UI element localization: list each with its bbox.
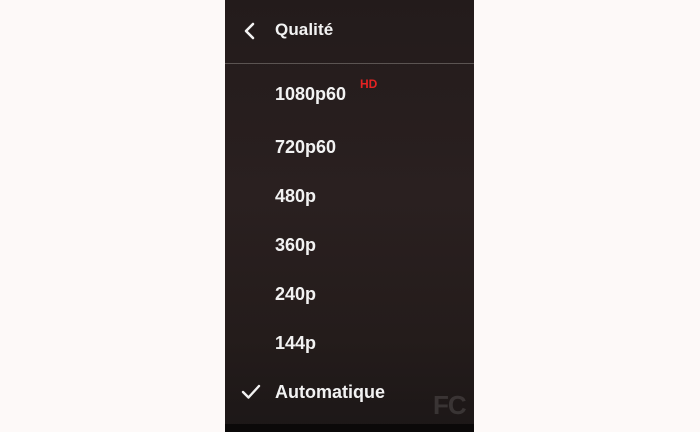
quality-option-1080p60[interactable]: 1080p60 HD (225, 70, 474, 119)
quality-menu-title: Qualité (275, 20, 334, 39)
quality-menu: Qualité 1080p60 HD 720p60 480p 360p 240p… (225, 0, 474, 432)
quality-option-360p[interactable]: 360p (225, 221, 474, 270)
player-bottom-edge (225, 424, 474, 432)
quality-option-480p[interactable]: 480p (225, 172, 474, 221)
quality-option-label: 144p (275, 333, 317, 353)
checkmark-icon (241, 384, 261, 399)
quality-menu-header[interactable]: Qualité (225, 0, 474, 64)
quality-option-label: 480p (275, 186, 317, 206)
quality-option-144p[interactable]: 144p (225, 319, 474, 368)
chevron-left-icon[interactable] (241, 22, 259, 40)
watermark-logo: FC (433, 390, 467, 420)
quality-option-240p[interactable]: 240p (225, 270, 474, 319)
quality-option-label: 360p (275, 235, 317, 255)
quality-option-label: 720p60 (275, 137, 337, 157)
quality-option-720p60[interactable]: 720p60 (225, 123, 474, 172)
quality-option-label: Automatique (275, 382, 385, 402)
quality-option-label: 240p (275, 284, 317, 304)
hd-badge: HD (360, 77, 378, 91)
quality-option-label: 1080p60 (275, 84, 347, 104)
